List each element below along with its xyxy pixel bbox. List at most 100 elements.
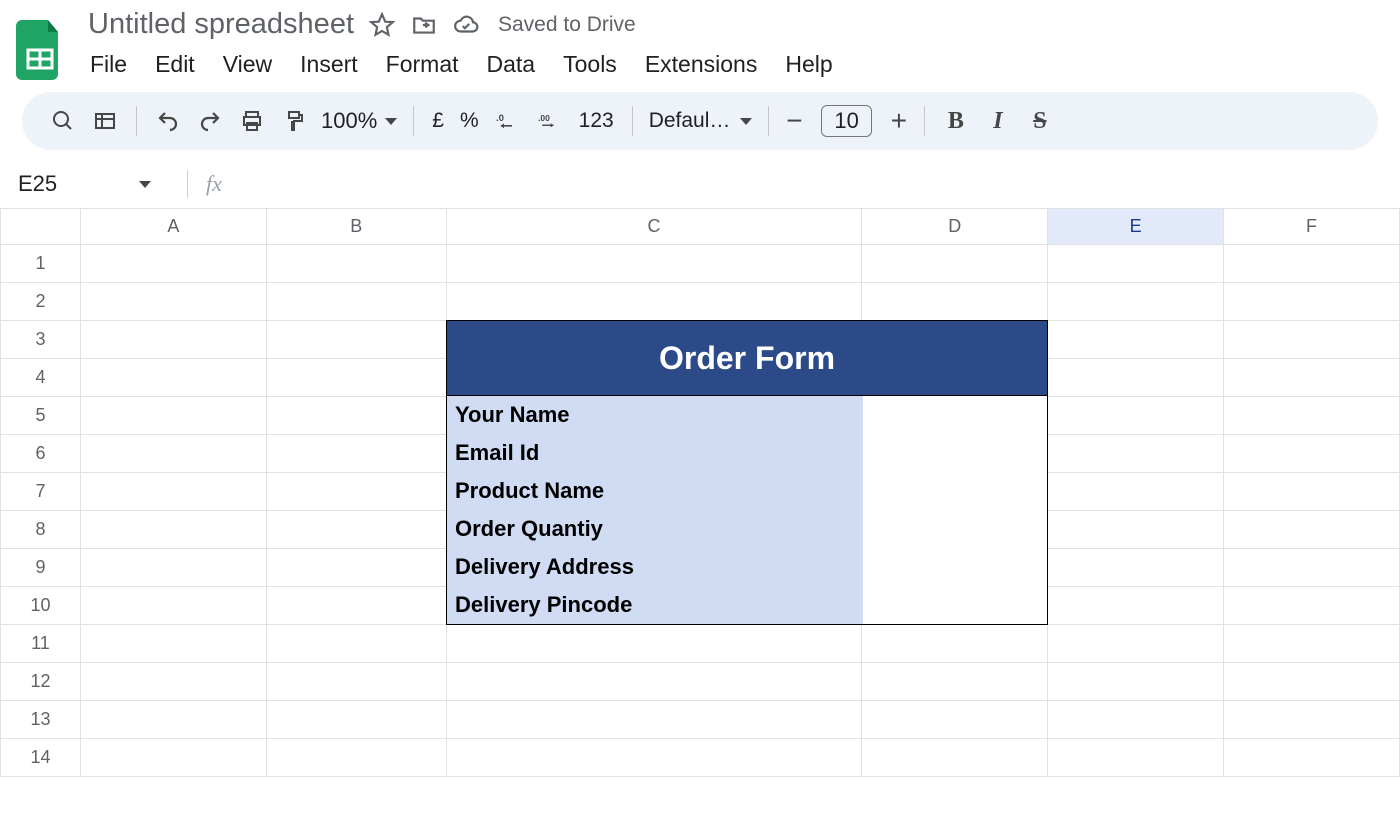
cell-F7[interactable] [1224,473,1400,511]
cell-E14[interactable] [1048,739,1224,777]
currency-button[interactable]: £ [424,109,452,133]
freeze-icon[interactable] [84,100,126,142]
cell-A9[interactable] [80,549,266,587]
menu-file[interactable]: File [90,51,127,78]
cell-D2[interactable] [862,283,1048,321]
percent-button[interactable]: % [452,109,487,133]
cell-E5[interactable] [1048,397,1224,435]
column-header-E[interactable]: E [1048,209,1224,245]
increase-font-size-button[interactable]: + [884,105,914,137]
row-header-4[interactable]: 4 [1,359,81,397]
cell-A1[interactable] [80,245,266,283]
cell-D11[interactable] [862,625,1048,663]
cell-E9[interactable] [1048,549,1224,587]
row-header-7[interactable]: 7 [1,473,81,511]
bold-button[interactable]: B [935,100,977,142]
cell-C13[interactable] [446,701,862,739]
document-title[interactable]: Untitled spreadsheet [88,8,354,41]
row-header-2[interactable]: 2 [1,283,81,321]
print-icon[interactable] [231,100,273,142]
menu-help[interactable]: Help [785,51,832,78]
cell-F10[interactable] [1224,587,1400,625]
font-family-dropdown[interactable]: Defaul… [643,109,759,133]
cell-E10[interactable] [1048,587,1224,625]
form-inputs[interactable] [863,396,1047,624]
cell-C14[interactable] [446,739,862,777]
cell-F12[interactable] [1224,663,1400,701]
cloud-saved-icon[interactable] [452,11,480,39]
cell-F11[interactable] [1224,625,1400,663]
cell-E8[interactable] [1048,511,1224,549]
formula-input[interactable] [228,166,1400,202]
cell-E3[interactable] [1048,321,1224,359]
cell-C1[interactable] [446,245,862,283]
cell-F13[interactable] [1224,701,1400,739]
cell-E13[interactable] [1048,701,1224,739]
move-to-folder-icon[interactable] [410,11,438,39]
column-header-F[interactable]: F [1224,209,1400,245]
cell-A14[interactable] [80,739,266,777]
cell-A3[interactable] [80,321,266,359]
cell-E7[interactable] [1048,473,1224,511]
cell-B7[interactable] [266,473,446,511]
search-icon[interactable] [42,100,84,142]
cell-B6[interactable] [266,435,446,473]
italic-button[interactable]: I [977,100,1019,142]
cell-B9[interactable] [266,549,446,587]
cell-B13[interactable] [266,701,446,739]
column-header-B[interactable]: B [266,209,446,245]
cell-F8[interactable] [1224,511,1400,549]
cell-A12[interactable] [80,663,266,701]
row-header-10[interactable]: 10 [1,587,81,625]
row-header-11[interactable]: 11 [1,625,81,663]
cell-B11[interactable] [266,625,446,663]
cell-E11[interactable] [1048,625,1224,663]
zoom-dropdown[interactable]: 100% [315,108,403,134]
cell-B3[interactable] [266,321,446,359]
row-header-6[interactable]: 6 [1,435,81,473]
name-box[interactable]: E25 [0,171,175,197]
cell-A10[interactable] [80,587,266,625]
cell-D12[interactable] [862,663,1048,701]
spreadsheet-grid[interactable]: ABCDEF1234567891011121314 Order Form You… [0,208,1400,777]
row-header-5[interactable]: 5 [1,397,81,435]
cell-C12[interactable] [446,663,862,701]
row-header-3[interactable]: 3 [1,321,81,359]
star-icon[interactable] [368,11,396,39]
cell-E2[interactable] [1048,283,1224,321]
cell-A4[interactable] [80,359,266,397]
cell-D14[interactable] [862,739,1048,777]
cell-A7[interactable] [80,473,266,511]
select-all-corner[interactable] [1,209,81,245]
menu-extensions[interactable]: Extensions [645,51,758,78]
cell-E6[interactable] [1048,435,1224,473]
row-header-14[interactable]: 14 [1,739,81,777]
cell-B14[interactable] [266,739,446,777]
cell-A13[interactable] [80,701,266,739]
cell-F1[interactable] [1224,245,1400,283]
row-header-12[interactable]: 12 [1,663,81,701]
number-format-button[interactable]: 123 [571,109,622,133]
cell-B5[interactable] [266,397,446,435]
row-header-9[interactable]: 9 [1,549,81,587]
cell-B12[interactable] [266,663,446,701]
menu-insert[interactable]: Insert [300,51,358,78]
undo-icon[interactable] [147,100,189,142]
menu-edit[interactable]: Edit [155,51,195,78]
cell-B1[interactable] [266,245,446,283]
cell-F2[interactable] [1224,283,1400,321]
menu-format[interactable]: Format [386,51,459,78]
cell-F6[interactable] [1224,435,1400,473]
column-header-A[interactable]: A [80,209,266,245]
cell-D1[interactable] [862,245,1048,283]
menu-data[interactable]: Data [487,51,536,78]
menu-view[interactable]: View [223,51,272,78]
cell-A11[interactable] [80,625,266,663]
cell-F9[interactable] [1224,549,1400,587]
row-header-8[interactable]: 8 [1,511,81,549]
font-size-input[interactable]: 10 [821,105,871,137]
cell-A6[interactable] [80,435,266,473]
cell-C2[interactable] [446,283,862,321]
column-header-C[interactable]: C [446,209,862,245]
row-header-1[interactable]: 1 [1,245,81,283]
